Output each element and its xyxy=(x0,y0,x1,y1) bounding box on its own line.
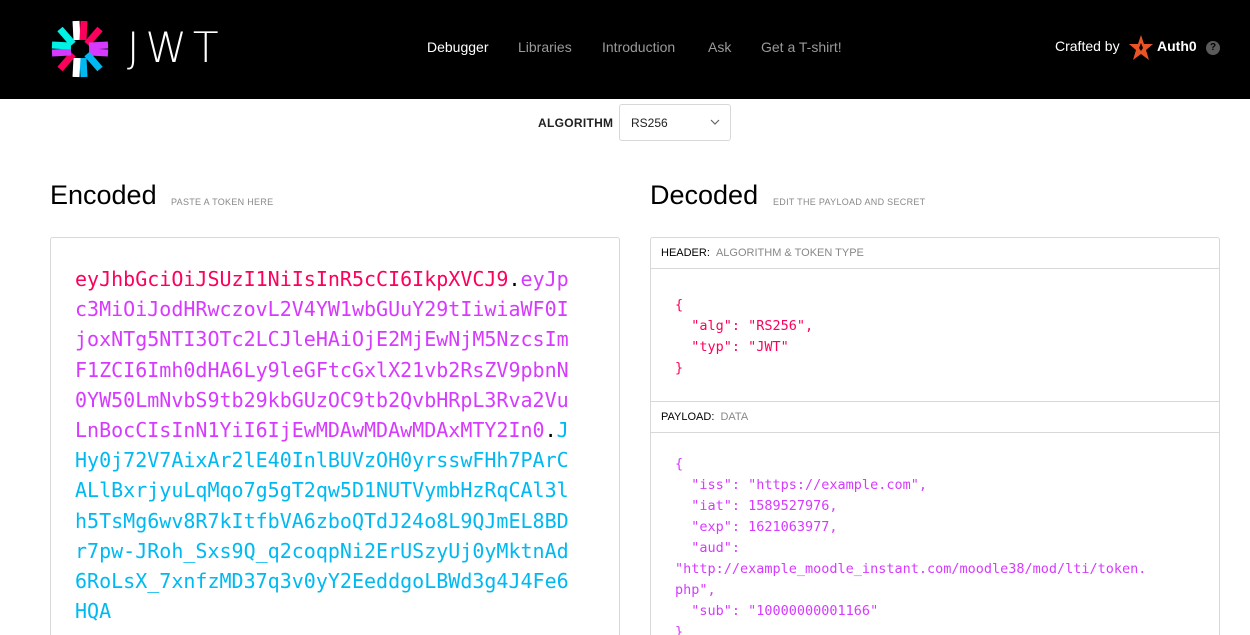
top-nav-bar: JWT Debugger Libraries Introduction Ask … xyxy=(0,0,1250,99)
header-panel-title: HEADER: xyxy=(661,247,710,259)
auth0-logo-icon[interactable] xyxy=(1129,35,1153,61)
header-json-editor[interactable]: { "alg": "RS256", "typ": "JWT" } xyxy=(675,295,813,379)
decoded-subtitle: EDIT THE PAYLOAD AND SECRET xyxy=(773,197,926,207)
decoded-title: Decoded xyxy=(650,180,759,210)
nav-ask[interactable]: Ask xyxy=(708,39,731,55)
token-text[interactable]: eyJhbGciOiJSUzI1NiIsInR5cCI6IkpXVCJ9.eyJ… xyxy=(75,264,575,626)
header-panel-heading: HEADER: ALGORITHM & TOKEN TYPE xyxy=(651,238,1219,269)
crafted-by-label: Crafted by xyxy=(1055,38,1120,54)
token-payload-part: eyJpc3MiOiJodHRwczovL2V4YW1wbGUuY29tIiwi… xyxy=(75,267,569,443)
chevron-down-icon xyxy=(710,119,720,125)
header-panel-subtitle: ALGORITHM & TOKEN TYPE xyxy=(715,247,864,259)
jwt-logo-icon[interactable] xyxy=(50,19,110,79)
nav-libraries[interactable]: Libraries xyxy=(518,39,572,55)
payload-json-editor[interactable]: { "iss": "https://example.com", "iat": 1… xyxy=(675,454,1146,635)
brand-wordmark[interactable]: JWT xyxy=(127,22,225,74)
token-dot: . xyxy=(508,267,521,291)
token-signature-part: JHy0j72V7AixAr2lE40InlBUVzOH0yrsswFHh7PA… xyxy=(75,418,569,624)
decoded-panel: HEADER: ALGORITHM & TOKEN TYPE { "alg": … xyxy=(650,237,1220,635)
encoded-token-input[interactable]: eyJhbGciOiJSUzI1NiIsInR5cCI6IkpXVCJ9.eyJ… xyxy=(50,237,620,635)
algorithm-select[interactable]: RS256 xyxy=(619,104,731,141)
help-icon[interactable]: ? xyxy=(1206,41,1220,55)
algorithm-selected-value: RS256 xyxy=(631,116,668,130)
nav-debugger[interactable]: Debugger xyxy=(427,39,489,55)
nav-introduction[interactable]: Introduction xyxy=(602,39,675,55)
payload-panel-title: PAYLOAD: xyxy=(661,411,715,423)
nav-get-tshirt[interactable]: Get a T-shirt! xyxy=(761,39,842,55)
auth0-link[interactable]: Auth0 xyxy=(1157,38,1197,54)
encoded-subtitle: PASTE A TOKEN HERE xyxy=(171,197,274,207)
encoded-title: Encoded xyxy=(50,180,157,210)
algorithm-label: ALGORITHM xyxy=(538,116,614,130)
payload-panel-heading: PAYLOAD: DATA xyxy=(651,402,1219,433)
payload-panel-subtitle: DATA xyxy=(720,411,749,423)
token-dot: . xyxy=(544,418,557,443)
token-header-part: eyJhbGciOiJSUzI1NiIsInR5cCI6IkpXVCJ9 xyxy=(75,267,509,291)
